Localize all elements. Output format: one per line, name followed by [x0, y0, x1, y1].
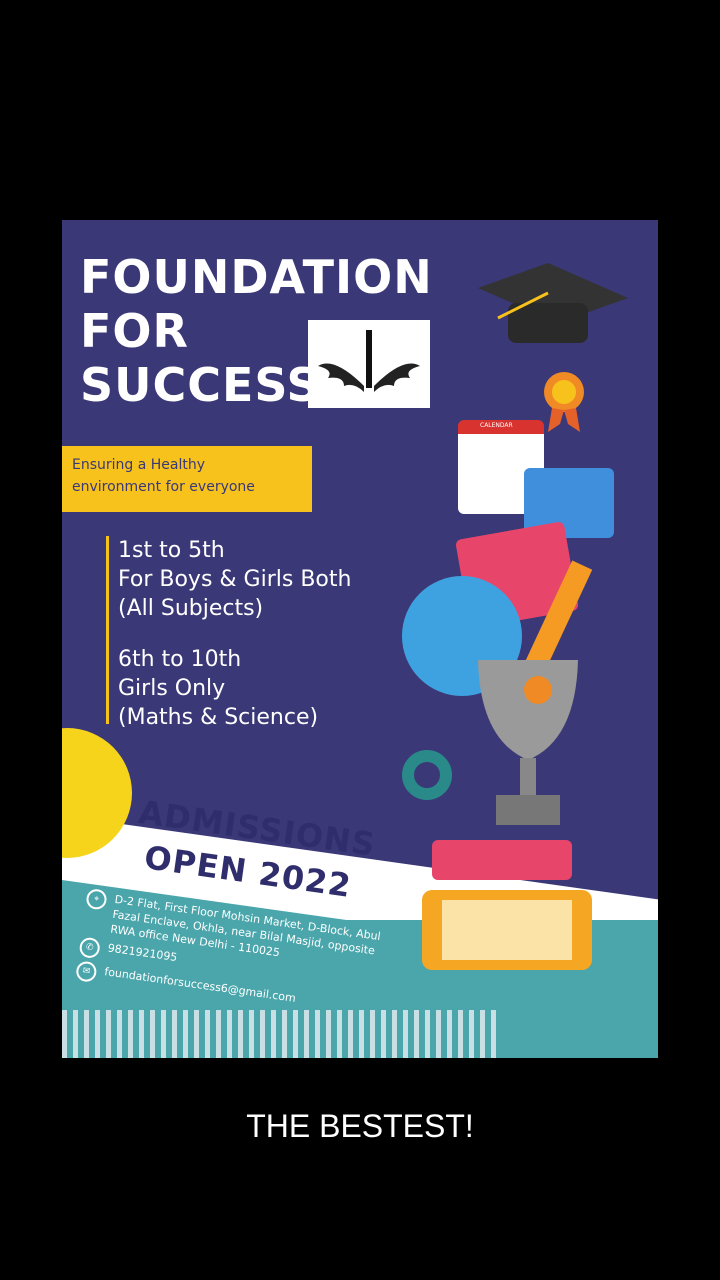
pen-wings-icon	[318, 330, 420, 392]
tagline-line: environment for everyone	[72, 479, 255, 495]
accent-bar	[106, 536, 109, 724]
medal-icon	[542, 370, 586, 432]
class-subjects: (Maths & Science)	[118, 705, 319, 730]
title-line: FOUNDATION	[80, 250, 433, 304]
winged-pen-logo	[308, 320, 430, 408]
location-pin-icon: ⌖	[85, 888, 108, 911]
class-who: For Boys & Girls Both	[118, 567, 352, 592]
trophy-icon	[458, 650, 608, 850]
graduation-cap-icon	[458, 258, 628, 343]
class-info: 1st to 5th For Boys & Girls Both (All Su…	[118, 536, 351, 732]
poster-image: FOUNDATION FOR SUCCESS CALENDAR Ensuring…	[62, 220, 658, 1058]
donut-shape-icon	[402, 750, 452, 800]
scribble-decoration	[62, 1010, 502, 1058]
tagline-line: Ensuring a Healthy	[72, 457, 206, 473]
class-who: Girls Only	[118, 676, 226, 701]
phone-icon: ✆	[78, 936, 101, 960]
class-grades: 1st to 5th	[118, 538, 225, 563]
class-grades: 6th to 10th	[118, 647, 242, 672]
status-caption: THE BESTEST!	[246, 1108, 474, 1144]
email-icon: ✉	[75, 960, 98, 983]
tagline-ribbon: Ensuring a Healthy environment for every…	[62, 446, 312, 512]
books-stack-icon	[422, 830, 592, 980]
class-subjects: (All Subjects)	[118, 596, 264, 621]
calendar-label: CALENDAR	[480, 422, 513, 429]
